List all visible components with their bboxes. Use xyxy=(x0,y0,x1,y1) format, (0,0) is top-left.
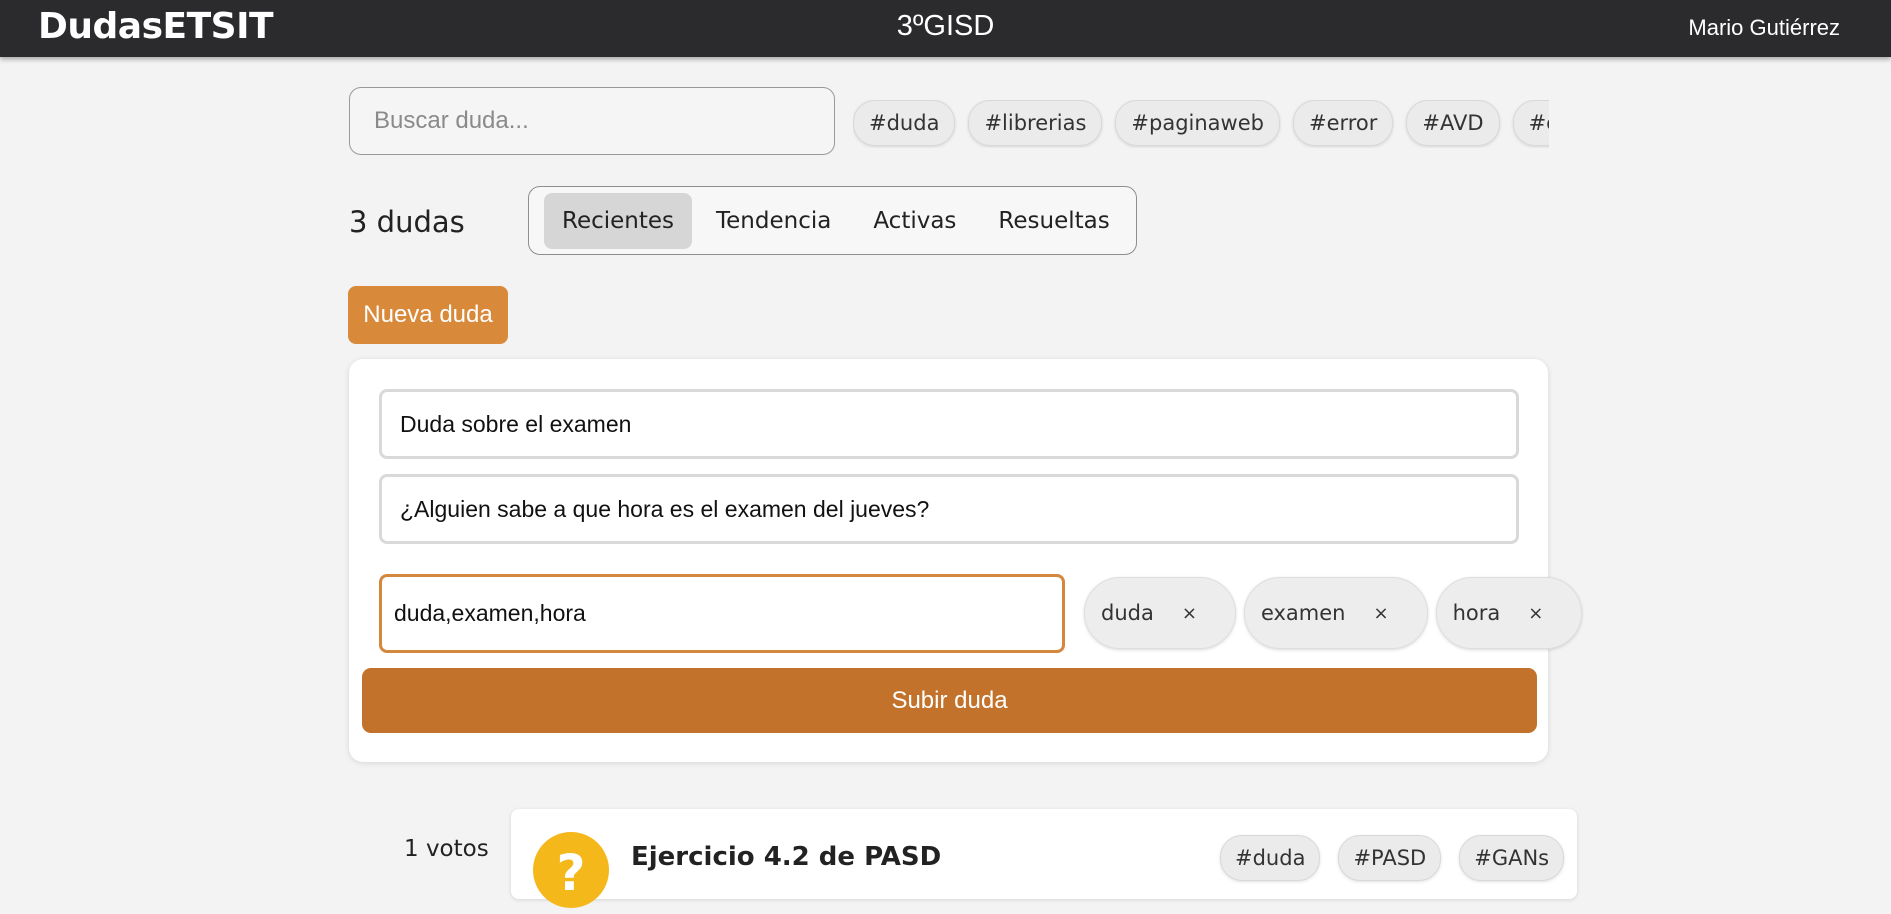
question-body-field[interactable] xyxy=(379,474,1519,544)
question-tag[interactable]: #GANs xyxy=(1459,835,1565,881)
new-question-button[interactable]: Nueva duda xyxy=(348,286,508,344)
course-title: 3ºGISD xyxy=(896,10,995,42)
selected-tag-label: hora xyxy=(1452,601,1501,625)
vote-count: 1 votos xyxy=(404,836,489,862)
tab-recientes[interactable]: Recientes xyxy=(544,192,693,249)
top-navbar: DudasETSIT 3ºGISD Mario Gutiérrez xyxy=(0,0,1891,57)
user-name[interactable]: Mario Gutiérrez xyxy=(1688,15,1840,41)
tab-activas[interactable]: Activas xyxy=(855,193,974,249)
question-tag[interactable]: #duda xyxy=(1220,835,1321,881)
question-card[interactable]: ? Ejercicio 4.2 de PASD #duda #PASD #GAN… xyxy=(511,809,1577,908)
sort-tabs: Recientes Tendencia Activas Resueltas xyxy=(528,186,1137,255)
selected-tag: hora × xyxy=(1435,577,1583,649)
tag-filter-list: #duda #librerias #paginaweb #error #AVD … xyxy=(853,100,1549,148)
remove-tag-icon[interactable]: × xyxy=(1528,603,1543,624)
tags-input-field[interactable] xyxy=(379,574,1065,653)
tag-filter-avd[interactable]: #AVD xyxy=(1406,100,1500,146)
question-title-field[interactable] xyxy=(379,389,1519,459)
tag-filter-examen[interactable]: #examen xyxy=(1512,100,1549,146)
question-icon: ? xyxy=(533,832,609,908)
selected-tag-label: examen xyxy=(1260,601,1346,625)
search-input[interactable] xyxy=(349,87,835,155)
remove-tag-icon[interactable]: × xyxy=(1182,603,1197,624)
question-title[interactable]: Ejercicio 4.2 de PASD xyxy=(631,842,941,872)
new-question-form: duda × examen × hora × Subir duda xyxy=(349,359,1583,762)
tag-filter-error[interactable]: #error xyxy=(1292,100,1394,146)
tag-filter-librerias[interactable]: #librerias xyxy=(968,100,1103,146)
submit-question-button[interactable]: Subir duda xyxy=(362,668,1537,733)
selected-tag-label: duda xyxy=(1101,601,1154,625)
question-tags: #duda #PASD #GANs xyxy=(1220,835,1565,881)
tag-filter-duda[interactable]: #duda xyxy=(853,100,956,146)
selected-tags: duda × examen × hora × xyxy=(1084,577,1583,649)
question-count: 3 dudas xyxy=(349,205,465,239)
question-tag[interactable]: #PASD xyxy=(1338,835,1442,881)
tab-tendencia[interactable]: Tendencia xyxy=(698,193,849,249)
selected-tag: examen × xyxy=(1243,577,1428,649)
tag-filter-paginaweb[interactable]: #paginaweb xyxy=(1115,100,1280,146)
tab-resueltas[interactable]: Resueltas xyxy=(980,193,1127,249)
remove-tag-icon[interactable]: × xyxy=(1373,603,1388,624)
selected-tag: duda × xyxy=(1084,577,1236,649)
